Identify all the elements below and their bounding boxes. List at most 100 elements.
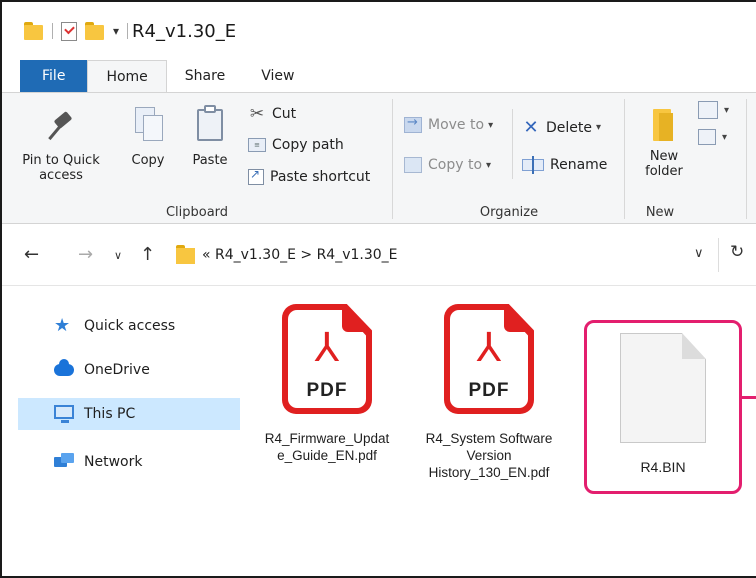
delete-caret-icon: ▾ — [596, 122, 602, 133]
pin-to-quick-access-button[interactable]: Pin to Quick access — [22, 107, 100, 183]
new-folder-button[interactable]: New folder — [634, 103, 694, 179]
copy-to-button[interactable]: Copy to ▾ — [404, 157, 491, 173]
highlight-connector-line — [742, 396, 756, 399]
address-separator — [718, 238, 719, 272]
new-folder-qat-icon[interactable] — [85, 21, 105, 41]
folder-icon — [176, 245, 196, 265]
pin-label: Pin to Quick access — [22, 153, 100, 183]
ribbon-separator — [392, 99, 393, 219]
delete-label: Delete — [546, 119, 592, 136]
move-to-button[interactable]: Move to ▾ — [404, 115, 494, 133]
refresh-icon[interactable]: ↻ — [730, 242, 744, 262]
organize-group-label: Organize — [479, 205, 539, 220]
new-folder-icon — [649, 103, 679, 143]
file-list: ⅄ PDF R4_Firmware_Update_Guide_EN.pdf ⅄ … — [240, 286, 756, 576]
ribbon-tabs: File Home Share View — [2, 60, 756, 92]
nav-item-label: OneDrive — [84, 362, 150, 378]
tab-file[interactable]: File — [20, 60, 88, 92]
rename-label: Rename — [550, 157, 608, 173]
new-item-button[interactable]: ▾ — [698, 101, 729, 119]
copy-to-icon — [404, 157, 422, 173]
scissors-icon: ✂ — [249, 104, 265, 124]
star-icon: ★ — [54, 315, 71, 336]
pdf-file-icon: ⅄ PDF — [444, 304, 534, 414]
nav-item-label: Quick access — [84, 318, 176, 334]
delete-button[interactable]: ✕ Delete ▾ — [522, 117, 601, 138]
copy-path-icon: ≡ — [248, 138, 266, 152]
organize-group: Move to ▾ Copy to ▾ ✕ Delete ▾ Rename Or… — [394, 93, 624, 224]
copy-icon — [131, 103, 165, 143]
tab-home[interactable]: Home — [87, 60, 167, 92]
explorer-window: ▾ R4_v1.30_E File Home Share View Pin to… — [0, 0, 756, 578]
address-box[interactable]: « R4_v1.30_E > R4_v1.30_E — [168, 238, 716, 272]
copy-button[interactable]: Copy — [124, 103, 172, 168]
properties-icon[interactable] — [61, 21, 77, 41]
up-arrow-icon[interactable]: ↑ — [140, 244, 155, 265]
nav-item-quick-access[interactable]: ★ Quick access — [18, 310, 240, 342]
copy-label: Copy — [131, 153, 165, 168]
new-folder-label: New folder — [645, 149, 683, 179]
qat-dropdown-icon[interactable]: ▾ — [113, 24, 119, 38]
copy-to-caret-icon: ▾ — [486, 159, 492, 171]
rename-icon — [522, 156, 544, 174]
move-to-label: Move to — [428, 117, 485, 133]
paste-shortcut-label: Paste shortcut — [270, 169, 371, 185]
move-to-icon — [404, 115, 422, 133]
back-arrow-icon[interactable]: ← — [24, 244, 39, 265]
file-item-highlighted[interactable]: R4.BIN — [584, 320, 742, 494]
tab-share[interactable]: Share — [167, 60, 243, 92]
acrobat-logo-icon: ⅄ — [476, 325, 502, 371]
copy-path-label: Copy path — [272, 137, 344, 153]
cut-button[interactable]: ✂ Cut — [248, 105, 296, 123]
new-item-icon — [698, 101, 718, 119]
quick-access-toolbar: ▾ — [24, 21, 129, 41]
nav-item-label: This PC — [84, 406, 136, 422]
title-separator — [127, 23, 129, 39]
tab-view[interactable]: View — [243, 60, 312, 92]
organize-inner-separator — [512, 109, 513, 179]
file-item[interactable]: ⅄ PDF R4_System Software Version History… — [414, 296, 564, 481]
easy-access-button[interactable]: ▾ — [698, 129, 727, 145]
paste-shortcut-button[interactable]: Paste shortcut — [248, 167, 371, 185]
pdf-badge: PDF — [306, 380, 348, 401]
nav-item-label: Network — [84, 454, 143, 470]
network-icon — [54, 453, 74, 471]
cut-label: Cut — [272, 106, 297, 122]
address-path[interactable]: « R4_v1.30_E > R4_v1.30_E — [202, 247, 398, 263]
file-name[interactable]: R4_Firmware_Update_Guide_EN.pdf — [263, 430, 391, 464]
new-group: New folder ▾ ▾ New — [626, 93, 746, 224]
cloud-icon — [54, 359, 74, 379]
clipboard-group: Pin to Quick access Copy Paste ✂ Cut ≡ C… — [2, 93, 392, 224]
pdf-file-icon: ⅄ PDF — [282, 304, 372, 414]
forward-arrow-icon[interactable]: → — [78, 244, 93, 265]
file-item[interactable]: ⅄ PDF R4_Firmware_Update_Guide_EN.pdf — [252, 296, 402, 464]
nav-item-network[interactable]: Network — [18, 446, 240, 478]
easy-access-icon — [698, 129, 716, 145]
pin-icon — [43, 107, 79, 147]
delete-x-icon: ✕ — [523, 117, 539, 138]
file-name[interactable]: R4_System Software Version History_130_E… — [425, 430, 553, 481]
file-name[interactable]: R4.BIN — [640, 459, 685, 475]
recent-locations-chevron-icon[interactable]: ∨ — [114, 249, 122, 262]
navigation-pane: ★ Quick access OneDrive This PC Network — [2, 286, 240, 576]
window-title: R4_v1.30_E — [132, 20, 237, 42]
toolbar-separator — [52, 23, 53, 39]
computer-icon — [54, 405, 74, 423]
new-group-label: New — [645, 205, 675, 220]
new-item-caret-icon: ▾ — [724, 104, 730, 116]
paste-button[interactable]: Paste — [184, 103, 236, 168]
address-bar-row: ← → ∨ ↑ « R4_v1.30_E > R4_v1.30_E ∨ ↻ — [2, 224, 756, 286]
nav-item-this-pc[interactable]: This PC — [18, 398, 240, 430]
copy-to-label: Copy to — [428, 157, 483, 173]
copy-path-button[interactable]: ≡ Copy path — [248, 137, 344, 153]
clipboard-group-label: Clipboard — [165, 205, 229, 220]
ribbon-separator — [624, 99, 625, 219]
paste-label: Paste — [192, 153, 228, 168]
rename-button[interactable]: Rename — [522, 156, 608, 174]
address-dropdown-icon[interactable]: ∨ — [694, 246, 704, 261]
ribbon: Pin to Quick access Copy Paste ✂ Cut ≡ C… — [2, 92, 756, 224]
move-to-caret-icon: ▾ — [488, 119, 494, 131]
nav-item-onedrive[interactable]: OneDrive — [18, 354, 240, 386]
title-bar: ▾ R4_v1.30_E — [2, 2, 756, 60]
pdf-badge: PDF — [468, 380, 510, 401]
